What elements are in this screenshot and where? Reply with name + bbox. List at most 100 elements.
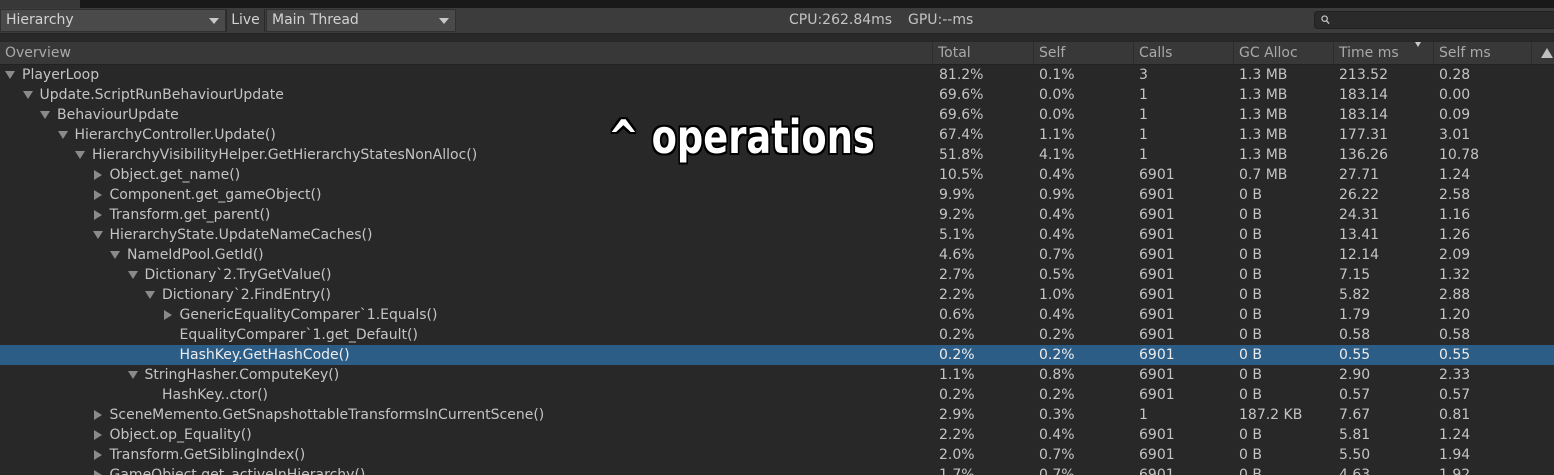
row-calls-value: 1: [1139, 87, 1148, 103]
row-self-value: 0.7%: [1039, 447, 1075, 463]
row-name: NameIdPool.GetId(): [127, 247, 264, 263]
column-header-overview[interactable]: Overview: [0, 42, 932, 64]
row-total-value: 51.8%: [939, 147, 984, 163]
expanded-triangle-icon[interactable]: [92, 231, 103, 239]
table-row[interactable]: GameObject.get_activeInHierarchy() 1.7% 0.…: [0, 465, 1554, 475]
expanded-triangle-icon[interactable]: [110, 251, 120, 259]
profiler-toolbar: Hierarchy Live Main Thread CPU:262.84ms …: [0, 8, 1554, 34]
table-row[interactable]: GenericEqualityComparer`1.Equals() 0.6% 0.…: [0, 305, 1554, 325]
arrow-up-icon: [1541, 48, 1553, 58]
window-tab[interactable]: [0, 0, 80, 8]
row-gc-value: 0 B: [1239, 187, 1262, 203]
row-selfms-value: 0.58: [1439, 327, 1471, 343]
row-calls-value: 6901: [1139, 227, 1175, 243]
row-self-value: 0.2%: [1039, 327, 1075, 343]
expanded-triangle-icon[interactable]: [75, 151, 85, 159]
search-icon: [1321, 15, 1330, 25]
row-selfms-value: 1.94: [1439, 447, 1471, 463]
column-header-calls[interactable]: Calls: [1133, 42, 1233, 64]
row-calls-value: 6901: [1139, 207, 1175, 223]
row-selfms-value: 10.78: [1439, 147, 1480, 163]
table-row[interactable]: Dictionary`2.FindEntry() 2.2% 1.0% 6901 0 B 5…: [0, 285, 1554, 305]
expanded-triangle-icon[interactable]: [5, 71, 15, 79]
table-row[interactable]: PlayerLoop 81.2% 0.1% 3 1.3 MB 213.52 0.28: [0, 65, 1554, 85]
table-row[interactable]: Object.get_name() 10.5% 0.4% 6901 0.7 MB 27.7…: [0, 165, 1554, 185]
table-row[interactable]: HierarchyState.UpdateNameCaches() 5.1% 0.4…: [0, 225, 1554, 245]
window-top-strip: [0, 0, 1554, 8]
row-gc-value: 1.3 MB: [1239, 127, 1288, 143]
table-row[interactable]: Update.ScriptRunBehaviourUpdate 69.6% 0.0%…: [0, 85, 1554, 105]
row-self-value: 0.0%: [1039, 87, 1075, 103]
column-header-self-ms[interactable]: Self ms: [1433, 42, 1531, 64]
column-header-time-ms-label: Time ms: [1339, 45, 1399, 61]
column-header-gc-alloc[interactable]: GC Alloc: [1233, 42, 1333, 64]
table-row[interactable]: EqualityComparer`1.get_Default() 0.2% 0.2%…: [0, 325, 1554, 345]
table-row[interactable]: HashKey..ctor() 0.2% 0.2% 6901 0 B 0.57 0.57: [0, 385, 1554, 405]
row-total-value: 0.2%: [939, 347, 975, 363]
row-total-value: 1.1%: [939, 367, 975, 383]
table-header: Overview Total Self Calls GC Alloc Time …: [0, 42, 1554, 65]
row-calls-value: 6901: [1139, 267, 1175, 283]
row-calls-value: 6901: [1139, 387, 1175, 403]
table-row[interactable]: Transform.get_parent() 9.2% 0.4% 6901 0 B 24.…: [0, 205, 1554, 225]
row-gc-value: 0 B: [1239, 427, 1262, 443]
row-name: SceneMemento.GetSnapshottableTransformsI…: [109, 407, 545, 423]
row-name: Dictionary`2.TryGetValue(): [144, 267, 332, 283]
row-selfms-value: 1.24: [1439, 167, 1471, 183]
column-header-self[interactable]: Self: [1033, 42, 1133, 64]
chevron-down-icon: [209, 18, 219, 24]
row-gc-value: 0 B: [1239, 207, 1262, 223]
table-row[interactable]: HierarchyController.Update() 67.4% 1.1% 1 1.…: [0, 125, 1554, 145]
row-time-value: 213.52: [1339, 67, 1388, 83]
table-row[interactable]: BehaviourUpdate 69.6% 0.0% 1 1.3 MB 183.14 0.0…: [0, 105, 1554, 125]
table-row[interactable]: NameIdPool.GetId() 4.6% 0.7% 6901 0 B 12.14 2.…: [0, 245, 1554, 265]
search-input[interactable]: [1314, 11, 1554, 29]
row-selfms-value: 3.01: [1439, 127, 1471, 143]
row-self-value: 0.4%: [1039, 167, 1075, 183]
collapsed-triangle-icon[interactable]: [93, 450, 102, 460]
collapsed-triangle-icon[interactable]: [163, 310, 172, 320]
expanded-triangle-icon[interactable]: [127, 371, 138, 379]
row-selfms-value: 2.58: [1439, 187, 1471, 203]
row-self-value: 0.9%: [1039, 187, 1075, 203]
row-gc-value: 0 B: [1239, 327, 1262, 343]
row-time-value: 0.57: [1339, 387, 1371, 403]
table-row[interactable]: HierarchyVisibilityHelper.GetHierarchySt…: [0, 145, 1554, 165]
row-calls-value: 1: [1139, 127, 1148, 143]
expanded-triangle-icon[interactable]: [127, 271, 138, 279]
row-name: GenericEqualityComparer`1.Equals(): [179, 307, 438, 323]
collapsed-triangle-icon[interactable]: [93, 410, 102, 420]
table-row[interactable]: Object.op_Equality() 2.2% 0.4% 6901 0 B 5.81 1…: [0, 425, 1554, 445]
row-calls-value: 6901: [1139, 467, 1175, 475]
table-row[interactable]: Dictionary`2.TryGetValue() 2.7% 0.5% 6901 0 …: [0, 265, 1554, 285]
table-row[interactable]: SceneMemento.GetSnapshottableTransformsI…: [0, 405, 1554, 425]
row-time-value: 27.71: [1339, 167, 1380, 183]
table-row[interactable]: StringHasher.ComputeKey() 1.1% 0.8% 6901 0 B…: [0, 365, 1554, 385]
collapsed-triangle-icon[interactable]: [93, 430, 102, 440]
collapsed-triangle-icon[interactable]: [93, 170, 102, 180]
collapsed-triangle-icon[interactable]: [93, 210, 102, 220]
expanded-triangle-icon[interactable]: [22, 91, 33, 99]
row-self-value: 0.4%: [1039, 227, 1075, 243]
row-selfms-value: 2.09: [1439, 247, 1471, 263]
row-self-value: 0.1%: [1039, 67, 1075, 83]
table-row[interactable]: Component.get_gameObject() 9.9% 0.9% 6901 0 …: [0, 185, 1554, 205]
collapsed-triangle-icon[interactable]: [93, 190, 102, 200]
scroll-up-button[interactable]: [1531, 42, 1554, 64]
view-mode-dropdown[interactable]: Hierarchy: [0, 9, 226, 32]
row-total-value: 4.6%: [939, 247, 975, 263]
thread-dropdown[interactable]: Main Thread: [266, 9, 456, 32]
table-row[interactable]: Transform.GetSiblingIndex() 2.0% 0.7% 6901 0…: [0, 445, 1554, 465]
row-selfms-value: 0.81: [1439, 407, 1471, 423]
row-gc-value: 0 B: [1239, 447, 1262, 463]
column-header-total[interactable]: Total: [932, 42, 1033, 64]
expanded-triangle-icon[interactable]: [57, 131, 68, 139]
live-toggle-button[interactable]: Live: [226, 9, 265, 32]
chevron-down-icon: [439, 18, 449, 24]
row-total-value: 1.7%: [939, 467, 975, 475]
expanded-triangle-icon[interactable]: [145, 291, 155, 299]
table-row[interactable]: HashKey.GetHashCode() 0.2% 0.2% 6901 0 B 0.55…: [0, 345, 1554, 365]
collapsed-triangle-icon[interactable]: [93, 470, 102, 475]
expanded-triangle-icon[interactable]: [40, 111, 50, 119]
row-calls-value: 6901: [1139, 327, 1175, 343]
